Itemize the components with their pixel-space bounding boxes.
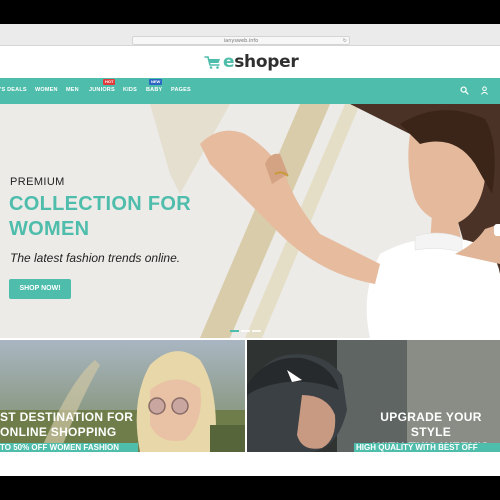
hero-title: COLLECTION FOR WOMEN: [9, 192, 209, 242]
search-icon[interactable]: [460, 86, 469, 95]
shopping-cart-icon: [204, 56, 220, 69]
promo-left-strip: TO 50% OFF WOMEN FASHION: [0, 443, 138, 452]
promo-banner-right[interactable]: UPGRADE YOUR STYLE WITH THIS WEEK'S HIGH…: [247, 340, 500, 452]
nav-item-deals[interactable]: 'S DEALS: [0, 87, 27, 93]
logo-text-prefix: e: [223, 52, 235, 72]
nav-item-men[interactable]: MEN: [66, 87, 79, 93]
browser-toolbar: ianysweb.info ↻: [0, 24, 500, 46]
slider-dot[interactable]: [241, 330, 250, 332]
logo-text-main: shoper: [234, 52, 299, 72]
nav-item-kids[interactable]: KIDS: [123, 87, 137, 93]
hero-title-line1: COLLECTION FOR: [9, 193, 191, 215]
hot-badge: HOT: [103, 79, 116, 85]
hero-model-image: [200, 104, 500, 338]
slider-dot[interactable]: [252, 330, 261, 332]
slider-dot[interactable]: [230, 330, 239, 332]
address-bar[interactable]: ianysweb.info ↻: [132, 36, 350, 45]
user-icon[interactable]: [480, 86, 489, 95]
promo-right-title-line1: UPGRADE YOUR STYLE: [380, 410, 482, 439]
logo-text: eshoper: [223, 52, 299, 72]
reload-icon[interactable]: ↻: [343, 37, 347, 45]
hero-pretitle: PREMIUM: [10, 176, 65, 188]
promo-left-title-line2: ONLINE SHOPPING: [0, 425, 117, 439]
promo-left-title: ST DESTINATION FOR ONLINE SHOPPING: [0, 410, 133, 440]
promo-right-strip: HIGH QUALITY WITH BEST OFF: [354, 443, 500, 452]
promo-banner-left[interactable]: ST DESTINATION FOR ONLINE SHOPPING TO 50…: [0, 340, 245, 452]
shop-now-button[interactable]: SHOP NOW!: [9, 279, 71, 299]
nav-item-juniors[interactable]: JUNIORS: [89, 87, 115, 93]
site-logo[interactable]: eshoper: [204, 52, 299, 72]
hero-subtitle: The latest fashion trends online.: [10, 251, 181, 265]
browser-window: ianysweb.info ↻ eshoper 'S DEALS WOMEN M…: [0, 24, 500, 476]
nav-item-pages[interactable]: PAGES: [171, 87, 191, 93]
promo-left-title-line1: ST DESTINATION FOR: [0, 410, 134, 424]
new-badge: NEW: [149, 79, 163, 85]
nav-item-baby[interactable]: BABY: [146, 87, 162, 93]
hero-title-line2: WOMEN: [9, 218, 90, 240]
nav-item-women[interactable]: WOMEN: [35, 87, 58, 93]
address-text: ianysweb.info: [223, 38, 259, 44]
slider-dots: [230, 330, 261, 332]
slider-next-arrow[interactable]: [494, 224, 500, 236]
hero-slider: PREMIUM COLLECTION FOR WOMEN The latest …: [0, 104, 500, 338]
main-nav: 'S DEALS WOMEN MEN JUNIORS HOT KIDS BABY…: [0, 78, 500, 104]
